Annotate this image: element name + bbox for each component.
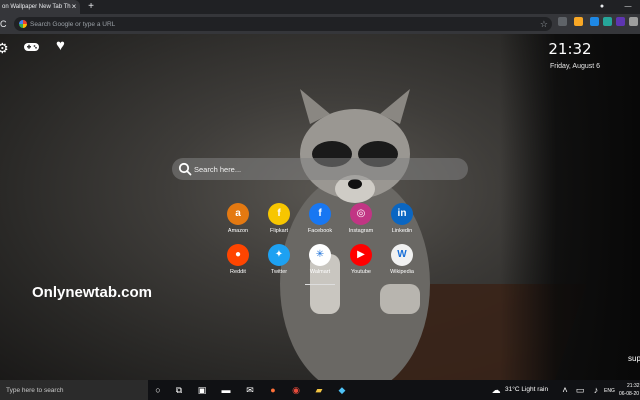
bookmark-star-icon[interactable]: ☆ — [540, 18, 548, 30]
shortcut-wikipedia[interactable]: W Wikipedia — [382, 244, 422, 284]
shortcut-label: Wikipedia — [390, 269, 414, 275]
cortana-icon[interactable]: ○ — [152, 384, 164, 396]
shortcut-youtube[interactable]: ▶ Youtube — [341, 244, 381, 284]
heart-icon[interactable]: ♥ — [56, 38, 65, 54]
search-input[interactable] — [194, 158, 454, 180]
shortcut-label: Walmart — [309, 269, 331, 275]
browser-tab[interactable]: on Wallpaper New Tab Th — [0, 0, 80, 14]
taskbar-time[interactable]: 21:32 — [627, 383, 640, 389]
page-indicator — [305, 284, 335, 285]
extension-icon[interactable] — [590, 17, 599, 26]
walmart-icon: ✳ — [309, 244, 331, 266]
network-icon[interactable]: ▭ — [574, 384, 586, 396]
brand-text: Onlynewtab.com — [32, 284, 153, 301]
search-icon — [178, 162, 192, 176]
profile-dot-icon[interactable]: ● — [594, 0, 610, 14]
extension-icon[interactable] — [629, 17, 638, 26]
shortcut-amazon[interactable]: a Amazon — [218, 203, 258, 243]
corner-text: sup — [628, 354, 640, 363]
language-indicator[interactable]: ENG — [604, 388, 615, 394]
weather-icon[interactable]: ☁ — [490, 384, 502, 396]
new-tab-button[interactable]: + — [86, 1, 96, 13]
google-icon — [19, 20, 27, 28]
search-bar[interactable] — [172, 158, 468, 180]
shortcut-facebook[interactable]: f Facebook — [300, 203, 340, 243]
gamepad-icon[interactable] — [23, 40, 40, 56]
extension-icon[interactable] — [558, 17, 567, 26]
date: Friday, August 6 — [550, 63, 601, 70]
instagram-icon: ◎ — [350, 203, 372, 225]
tab-strip: on Wallpaper New Tab Th × + ● — — [0, 0, 640, 14]
shortcut-walmart[interactable]: ✳ Walmart — [300, 244, 340, 284]
shortcut-label: Facebook — [307, 228, 333, 234]
taskbar-search[interactable] — [0, 380, 148, 400]
youtube-icon: ▶ — [350, 244, 372, 266]
linkedin-icon: in — [391, 203, 413, 225]
minimize-button[interactable]: — — [620, 0, 636, 14]
flipkart-icon: f — [268, 203, 290, 225]
chrome-icon[interactable]: ◉ — [290, 384, 302, 396]
shortcut-reddit[interactable]: ● Reddit — [218, 244, 258, 284]
shortcut-label: Instagram — [348, 228, 374, 234]
shortcut-linkedin[interactable]: in Linkedin — [382, 203, 422, 243]
mail-icon[interactable]: ✉ — [244, 384, 256, 396]
taskbar-date[interactable]: 06-08-20 — [619, 391, 639, 397]
tray-chevron-icon[interactable]: ˄ — [559, 384, 571, 396]
extension-icon[interactable] — [574, 17, 583, 26]
shortcut-label: Flipkart — [269, 228, 289, 234]
tab-title: on Wallpaper New Tab Th — [2, 4, 71, 10]
shortcut-label: Linkedin — [391, 228, 413, 234]
app2-icon[interactable]: ◆ — [336, 384, 348, 396]
twitter-icon: ✦ — [268, 244, 290, 266]
extension-icon[interactable] — [603, 17, 612, 26]
file-explorer-icon[interactable]: ▰ — [313, 384, 325, 396]
shortcut-label: Twitter — [270, 269, 288, 275]
amazon-icon: a — [227, 203, 249, 225]
task-view-icon[interactable]: ⧉ — [173, 384, 185, 396]
bench-silhouette — [500, 34, 640, 380]
wikipedia-icon: W — [391, 244, 413, 266]
weather-text[interactable]: 31°C Light rain — [505, 380, 548, 400]
omnibox-input[interactable] — [30, 17, 530, 31]
taskbar: ○ ⧉ ▣ ▬ ✉ ● ◉ ▰ ◆ ☁ 31°C Light rain ˄ ▭ … — [0, 380, 640, 400]
browser-toolbar: C ☆ — [0, 14, 640, 34]
store-icon[interactable]: ▣ — [196, 384, 208, 396]
shortcut-twitter[interactable]: ✦ Twitter — [259, 244, 299, 284]
taskbar-search-input[interactable] — [6, 380, 144, 400]
extension-icon[interactable] — [616, 17, 625, 26]
omnibox[interactable]: ☆ — [14, 17, 552, 31]
shortcut-label: Reddit — [230, 269, 246, 275]
firefox-icon[interactable]: ● — [267, 384, 279, 396]
shortcut-label: Amazon — [227, 228, 249, 234]
shortcut-label: Youtube — [351, 269, 371, 275]
app-icon[interactable]: ▬ — [220, 384, 232, 396]
reload-icon[interactable]: C — [0, 18, 10, 30]
volume-icon[interactable]: ♪ — [590, 384, 602, 396]
facebook-icon: f — [309, 203, 331, 225]
reddit-icon: ● — [227, 244, 249, 266]
clock: 21:32 — [548, 40, 592, 58]
gear-icon[interactable]: ⚙ — [0, 40, 9, 56]
shortcut-flipkart[interactable]: f Flipkart — [259, 203, 299, 243]
shortcut-instagram[interactable]: ◎ Instagram — [341, 203, 381, 243]
tab-close-icon[interactable]: × — [69, 2, 79, 12]
